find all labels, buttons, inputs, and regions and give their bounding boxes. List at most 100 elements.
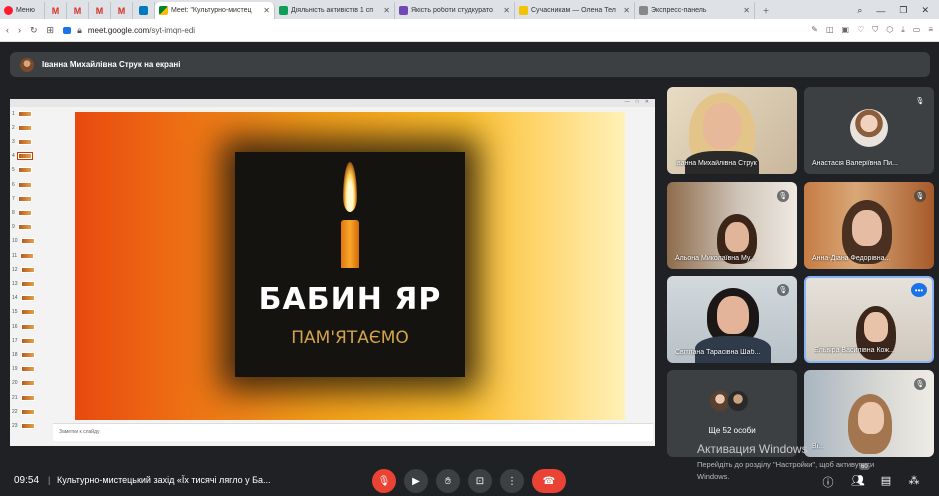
slide-thumbnail[interactable]: 9 bbox=[12, 223, 48, 232]
participant-tile-3[interactable]: 🎙︎ Альона Миколаївна Му... bbox=[667, 182, 797, 269]
participant-tile-2[interactable]: 🎙︎ Анастасія Валеріївна Пи... bbox=[804, 87, 934, 174]
candle-wax bbox=[341, 220, 359, 268]
slide-number: 19 bbox=[12, 366, 18, 373]
tab-meet[interactable]: Meet: "Культурно-мистец ✕ bbox=[155, 2, 275, 19]
tab-gmail-3[interactable]: M bbox=[89, 2, 111, 19]
camera-icon[interactable]: ▣ bbox=[842, 25, 850, 35]
slide-thumbnail[interactable]: 23 bbox=[12, 421, 48, 430]
more-participants-label: Ще 52 особи bbox=[708, 426, 756, 435]
tab-speed-dial[interactable]: Экспресс-панель ✕ bbox=[635, 2, 755, 19]
activities-icon[interactable]: ⁂ bbox=[907, 474, 921, 487]
back-icon[interactable]: ‹ bbox=[6, 25, 9, 35]
camera-toggle-button[interactable]: ▶ bbox=[404, 469, 428, 493]
home-icon[interactable]: ⊞ bbox=[47, 25, 55, 36]
heart-icon[interactable]: ♡ bbox=[857, 25, 864, 35]
menu-icon[interactable]: ≡ bbox=[928, 25, 933, 35]
gmail-icon: M bbox=[51, 5, 60, 16]
slide-thumbnail[interactable]: 14 bbox=[12, 294, 48, 303]
browser-menu-button[interactable]: Меню bbox=[0, 2, 45, 19]
search-icon[interactable]: ⌕ bbox=[857, 5, 862, 16]
slide-thumbnail[interactable]: 16 bbox=[12, 322, 48, 331]
new-tab-button[interactable]: ＋ bbox=[755, 2, 777, 19]
participant-tile-5[interactable]: 🎙︎ Світлана Тарасівна Шаб... bbox=[667, 276, 797, 363]
participant-tile-6[interactable]: ••• Ельвіра Василівна Кож... bbox=[804, 276, 934, 363]
tab-gmail-4[interactable]: M bbox=[111, 2, 133, 19]
forward-icon[interactable]: › bbox=[18, 25, 21, 35]
more-options-icon[interactable]: ••• bbox=[911, 283, 927, 297]
maximize-icon: □ bbox=[635, 99, 639, 105]
participant-tile-1[interactable]: Іванна Михайлівна Струк bbox=[667, 87, 797, 174]
slide-thumbnail[interactable]: 11 bbox=[12, 251, 48, 260]
close-tab-icon[interactable]: ✕ bbox=[503, 6, 510, 15]
slide-thumbnail[interactable]: 2 bbox=[12, 123, 48, 132]
slide-thumbnail-image bbox=[20, 266, 35, 273]
participant-name: Ельвіра Василівна Кож... bbox=[814, 347, 895, 354]
slide-number: 3 bbox=[12, 138, 15, 145]
participant-name: Іванна Михайлівна Струк bbox=[675, 160, 757, 167]
slide-thumbnail[interactable]: 17 bbox=[12, 336, 48, 345]
slide-thumbnail[interactable]: 20 bbox=[12, 379, 48, 388]
tab-forms[interactable]: Якість роботи студкурато ✕ bbox=[395, 2, 515, 19]
slide-thumbnail[interactable]: 21 bbox=[12, 393, 48, 402]
mic-toggle-button[interactable]: 🎙︎ bbox=[372, 469, 396, 493]
present-button[interactable]: ⊡ bbox=[468, 469, 492, 493]
slide-thumbnail[interactable]: 4 bbox=[12, 152, 48, 161]
close-tab-icon[interactable]: ✕ bbox=[263, 6, 270, 15]
slide-thumbnail[interactable]: 5 bbox=[12, 166, 48, 175]
slide-number: 10 bbox=[12, 238, 18, 245]
more-options-button[interactable]: ⋮ bbox=[500, 469, 524, 493]
tab-site[interactable]: Сучасникам — Олена Тел ✕ bbox=[515, 2, 635, 19]
slide-thumbnail-image bbox=[17, 138, 32, 145]
url-field[interactable]: 🔒︎ meet.google.com/syt-imqn-edi bbox=[63, 25, 802, 36]
raise-hand-button[interactable]: ✋︎ bbox=[436, 469, 460, 493]
people-icon[interactable]: 👥︎ bbox=[851, 474, 865, 487]
edit-icon[interactable]: ✎ bbox=[811, 25, 818, 35]
close-tab-icon[interactable]: ✕ bbox=[623, 6, 630, 15]
slide-number: 6 bbox=[12, 181, 15, 188]
slide-thumbnail[interactable]: 3 bbox=[12, 137, 48, 146]
close-tab-icon[interactable]: ✕ bbox=[743, 6, 750, 15]
close-icon[interactable]: ✕ bbox=[921, 5, 929, 16]
slide-number: 23 bbox=[12, 422, 18, 429]
slide-thumbnail[interactable]: 10 bbox=[12, 237, 48, 246]
participant-tile-7[interactable]: 🎙︎ Ві... bbox=[804, 370, 934, 457]
slide-thumbnail[interactable]: 15 bbox=[12, 308, 48, 317]
window-controls: ⌕ — ❐ ✕ bbox=[847, 2, 939, 19]
slide-number: 18 bbox=[12, 351, 18, 358]
slide-thumbnail-image bbox=[20, 280, 35, 287]
slide-thumbnail-image bbox=[20, 309, 35, 316]
leave-call-button[interactable]: ☎︎ bbox=[532, 469, 566, 493]
slide-thumbnail[interactable]: 7 bbox=[12, 194, 48, 203]
tab-gmail-2[interactable]: M bbox=[67, 2, 89, 19]
slide-thumbnail[interactable]: 18 bbox=[12, 350, 48, 359]
slide-thumbnail[interactable]: 13 bbox=[12, 279, 48, 288]
tab-trello[interactable] bbox=[133, 2, 155, 19]
battery-icon[interactable]: ▭ bbox=[913, 25, 921, 35]
slide-thumbnail[interactable]: 12 bbox=[12, 265, 48, 274]
snapshot-icon[interactable]: ◫ bbox=[826, 25, 834, 35]
tab-gmail-1[interactable]: M bbox=[45, 2, 67, 19]
slide-thumbnail[interactable]: 6 bbox=[12, 180, 48, 189]
slide-thumbnail[interactable]: 22 bbox=[12, 407, 48, 416]
slide-thumbnails: 1 2 3 4 5 6 7 8 9 10 11 12 13 14 15 16 17 18 19 20 21 22 23 bbox=[10, 109, 50, 444]
participant-tile-4[interactable]: 🎙︎ Анна-Діана Федорівна... bbox=[804, 182, 934, 269]
extension-icon[interactable]: ⬡ bbox=[886, 25, 893, 35]
gmail-icon: M bbox=[95, 5, 104, 16]
info-icon[interactable]: ⓘ bbox=[821, 474, 835, 490]
slide-thumbnail[interactable]: 19 bbox=[12, 365, 48, 374]
shield-icon[interactable]: ⛉ bbox=[872, 25, 878, 35]
minimize-icon[interactable]: — bbox=[876, 6, 885, 16]
mic-off-icon: 🎙︎ bbox=[914, 378, 926, 390]
slide-thumbnail[interactable]: 1 bbox=[12, 109, 48, 118]
download-icon[interactable]: ⤓ bbox=[901, 25, 905, 35]
slide-number: 22 bbox=[12, 408, 18, 415]
tab-sheets[interactable]: Діяльність активістів 1 сп ✕ bbox=[275, 2, 395, 19]
slide-thumbnail-image bbox=[20, 323, 35, 330]
slide-thumbnail[interactable]: 8 bbox=[12, 208, 48, 217]
reload-icon[interactable]: ↻ bbox=[30, 25, 38, 36]
slide-thumbnail-image bbox=[17, 209, 32, 216]
close-icon: ✕ bbox=[644, 99, 649, 105]
close-tab-icon[interactable]: ✕ bbox=[383, 6, 390, 15]
maximize-icon[interactable]: ❐ bbox=[899, 5, 907, 16]
chat-icon[interactable]: ▤ bbox=[879, 474, 893, 487]
